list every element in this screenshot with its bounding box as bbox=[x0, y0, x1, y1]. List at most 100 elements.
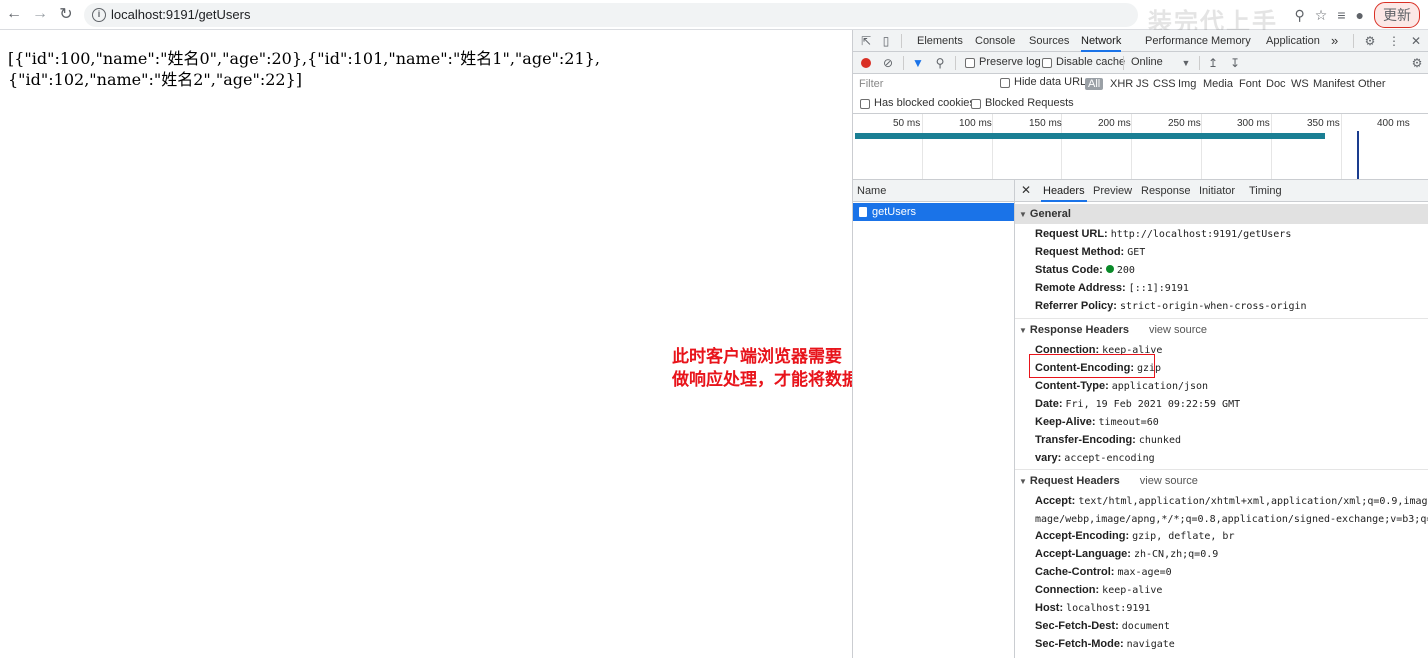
filter-type-other[interactable]: Other bbox=[1358, 78, 1386, 90]
tab-response[interactable]: Response bbox=[1141, 180, 1191, 202]
divider bbox=[1199, 56, 1200, 70]
header-row: Content-Encoding: gzip bbox=[1035, 359, 1428, 377]
header-value: GET bbox=[1127, 247, 1146, 258]
tab-console[interactable]: Console bbox=[975, 30, 1015, 52]
settings-gear-icon[interactable]: ⚙ bbox=[1363, 34, 1377, 48]
header-row: Cache-Control: max-age=0 bbox=[1035, 563, 1428, 581]
response-headers-section-header[interactable]: ▼ Response Headers view source bbox=[1015, 320, 1428, 340]
bookmark-star-icon[interactable]: ☆ bbox=[1315, 7, 1328, 24]
close-devtools-icon[interactable]: ✕ bbox=[1409, 34, 1423, 48]
filter-type-css[interactable]: CSS bbox=[1153, 78, 1176, 90]
tab-preview[interactable]: Preview bbox=[1093, 180, 1132, 202]
preserve-log-label: Preserve log bbox=[979, 56, 1041, 68]
filter-input[interactable]: Filter bbox=[859, 78, 989, 93]
blocked-requests-label: Blocked Requests bbox=[985, 97, 1074, 109]
blocked-requests-checkbox[interactable] bbox=[971, 99, 981, 109]
tab-timing[interactable]: Timing bbox=[1249, 180, 1282, 202]
header-key: Connection: bbox=[1035, 584, 1100, 596]
header-key: Cache-Control: bbox=[1035, 566, 1115, 578]
tab-application[interactable]: Application bbox=[1266, 30, 1320, 52]
header-key: Date: bbox=[1035, 398, 1063, 410]
load-event-line bbox=[1357, 131, 1359, 179]
name-column-header[interactable]: Name bbox=[853, 180, 1014, 202]
collapse-triangle-icon: ▼ bbox=[1019, 326, 1027, 335]
zoom-icon[interactable]: ⚲ bbox=[1295, 7, 1305, 24]
profile-avatar-icon[interactable]: ● bbox=[1356, 7, 1364, 23]
preserve-log-checkbox[interactable] bbox=[965, 58, 975, 68]
filter-type-font[interactable]: Font bbox=[1239, 78, 1261, 90]
timeline-gridline bbox=[992, 114, 993, 179]
network-toolbar: ⊘ ▼ ⚲ Preserve log Disable cache Online … bbox=[853, 52, 1428, 74]
address-bar[interactable]: i localhost:9191/getUsers bbox=[84, 3, 1138, 27]
divider bbox=[1015, 318, 1428, 319]
tab-performance[interactable]: Performance bbox=[1145, 30, 1208, 52]
timeline-gridline bbox=[1201, 114, 1202, 179]
devtools-panel: ⇱ ▯ Elements Console Sources Network Per… bbox=[852, 30, 1428, 658]
close-detail-icon[interactable]: ✕ bbox=[1021, 183, 1031, 197]
clear-icon[interactable]: ⊘ bbox=[880, 55, 896, 71]
header-key: Host: bbox=[1035, 602, 1064, 614]
reload-icon[interactable]: ↻ bbox=[56, 4, 76, 24]
collapse-triangle-icon: ▼ bbox=[1019, 477, 1027, 486]
header-key: Sec-Fetch-Mode: bbox=[1035, 638, 1124, 650]
header-value: gzip bbox=[1136, 363, 1162, 374]
header-key: Transfer-Encoding: bbox=[1035, 434, 1136, 446]
disable-cache-checkbox[interactable] bbox=[1042, 58, 1052, 68]
view-source-link[interactable]: view source bbox=[1149, 324, 1207, 336]
more-tabs-icon[interactable]: » bbox=[1331, 30, 1338, 52]
tab-initiator[interactable]: Initiator bbox=[1199, 180, 1235, 202]
export-har-icon[interactable]: ↧ bbox=[1227, 55, 1243, 71]
tab-network[interactable]: Network bbox=[1081, 30, 1122, 52]
request-waterfall-bar bbox=[855, 133, 1325, 139]
filter-bar: Filter Hide data URLs All XHR JS CSS Img… bbox=[853, 74, 1428, 114]
json-response-text: [{"id":100,"name":"姓名0","age":20},{"id":… bbox=[8, 49, 600, 89]
filter-type-doc[interactable]: Doc bbox=[1266, 78, 1286, 90]
record-icon[interactable] bbox=[861, 58, 871, 68]
divider bbox=[1353, 34, 1354, 48]
timeline-tick-label: 200 ms bbox=[1098, 118, 1131, 129]
overview-timeline[interactable]: 50 ms 100 ms 150 ms 200 ms 250 ms 300 ms… bbox=[853, 114, 1428, 180]
import-har-icon[interactable]: ↥ bbox=[1205, 55, 1221, 71]
tab-elements[interactable]: Elements bbox=[917, 30, 963, 52]
header-row: vary: accept-encoding bbox=[1035, 449, 1428, 467]
update-button[interactable]: 更新 bbox=[1374, 2, 1420, 28]
hide-data-urls-checkbox[interactable] bbox=[1000, 78, 1010, 88]
filter-type-media[interactable]: Media bbox=[1203, 78, 1233, 90]
header-value: localhost:9191 bbox=[1066, 603, 1151, 614]
search-icon[interactable]: ⚲ bbox=[932, 55, 948, 71]
header-value: timeout=60 bbox=[1098, 417, 1159, 428]
back-icon[interactable]: ← bbox=[4, 4, 24, 24]
filter-type-js[interactable]: JS bbox=[1136, 78, 1149, 90]
throttling-select[interactable]: Online bbox=[1131, 56, 1163, 68]
filter-type-manifest[interactable]: Manifest bbox=[1313, 78, 1355, 90]
kebab-menu-icon[interactable]: ⋮ bbox=[1387, 34, 1401, 48]
filter-type-img[interactable]: Img bbox=[1178, 78, 1196, 90]
request-headers-section-header[interactable]: ▼ Request Headers view source bbox=[1015, 471, 1428, 491]
request-row[interactable]: getUsers bbox=[853, 203, 1014, 221]
device-toolbar-icon[interactable]: ▯ bbox=[879, 34, 893, 48]
network-settings-icon[interactable]: ⚙ bbox=[1409, 55, 1425, 71]
reading-list-icon[interactable]: ≡ bbox=[1337, 7, 1345, 23]
filter-type-all[interactable]: All bbox=[1085, 78, 1104, 90]
view-source-link[interactable]: view source bbox=[1140, 475, 1198, 487]
tab-memory[interactable]: Memory bbox=[1211, 30, 1251, 52]
filter-type-xhr[interactable]: XHR bbox=[1110, 78, 1133, 90]
header-value: zh-CN,zh;q=0.9 bbox=[1133, 549, 1219, 560]
header-key: Request URL: bbox=[1035, 228, 1108, 240]
tab-sources[interactable]: Sources bbox=[1029, 30, 1069, 52]
header-key: Sec-Fetch-Dest: bbox=[1035, 620, 1119, 632]
site-info-icon[interactable]: i bbox=[92, 8, 106, 22]
timeline-tick-label: 100 ms bbox=[959, 118, 992, 129]
header-key: Accept: bbox=[1035, 495, 1076, 507]
inspect-element-icon[interactable]: ⇱ bbox=[859, 34, 873, 48]
header-row: Content-Type: application/json bbox=[1035, 377, 1428, 395]
header-row: Connection: keep-alive bbox=[1035, 581, 1428, 599]
throttling-dropdown-icon[interactable]: ▼ bbox=[1178, 55, 1194, 71]
has-blocked-cookies-checkbox[interactable] bbox=[860, 99, 870, 109]
general-section-header[interactable]: ▼ General bbox=[1015, 204, 1428, 224]
filter-funnel-icon[interactable]: ▼ bbox=[910, 55, 926, 71]
timeline-gridline bbox=[1271, 114, 1272, 179]
tab-headers[interactable]: Headers bbox=[1041, 180, 1087, 202]
filter-type-ws[interactable]: WS bbox=[1291, 78, 1309, 90]
forward-icon[interactable]: → bbox=[30, 4, 50, 24]
